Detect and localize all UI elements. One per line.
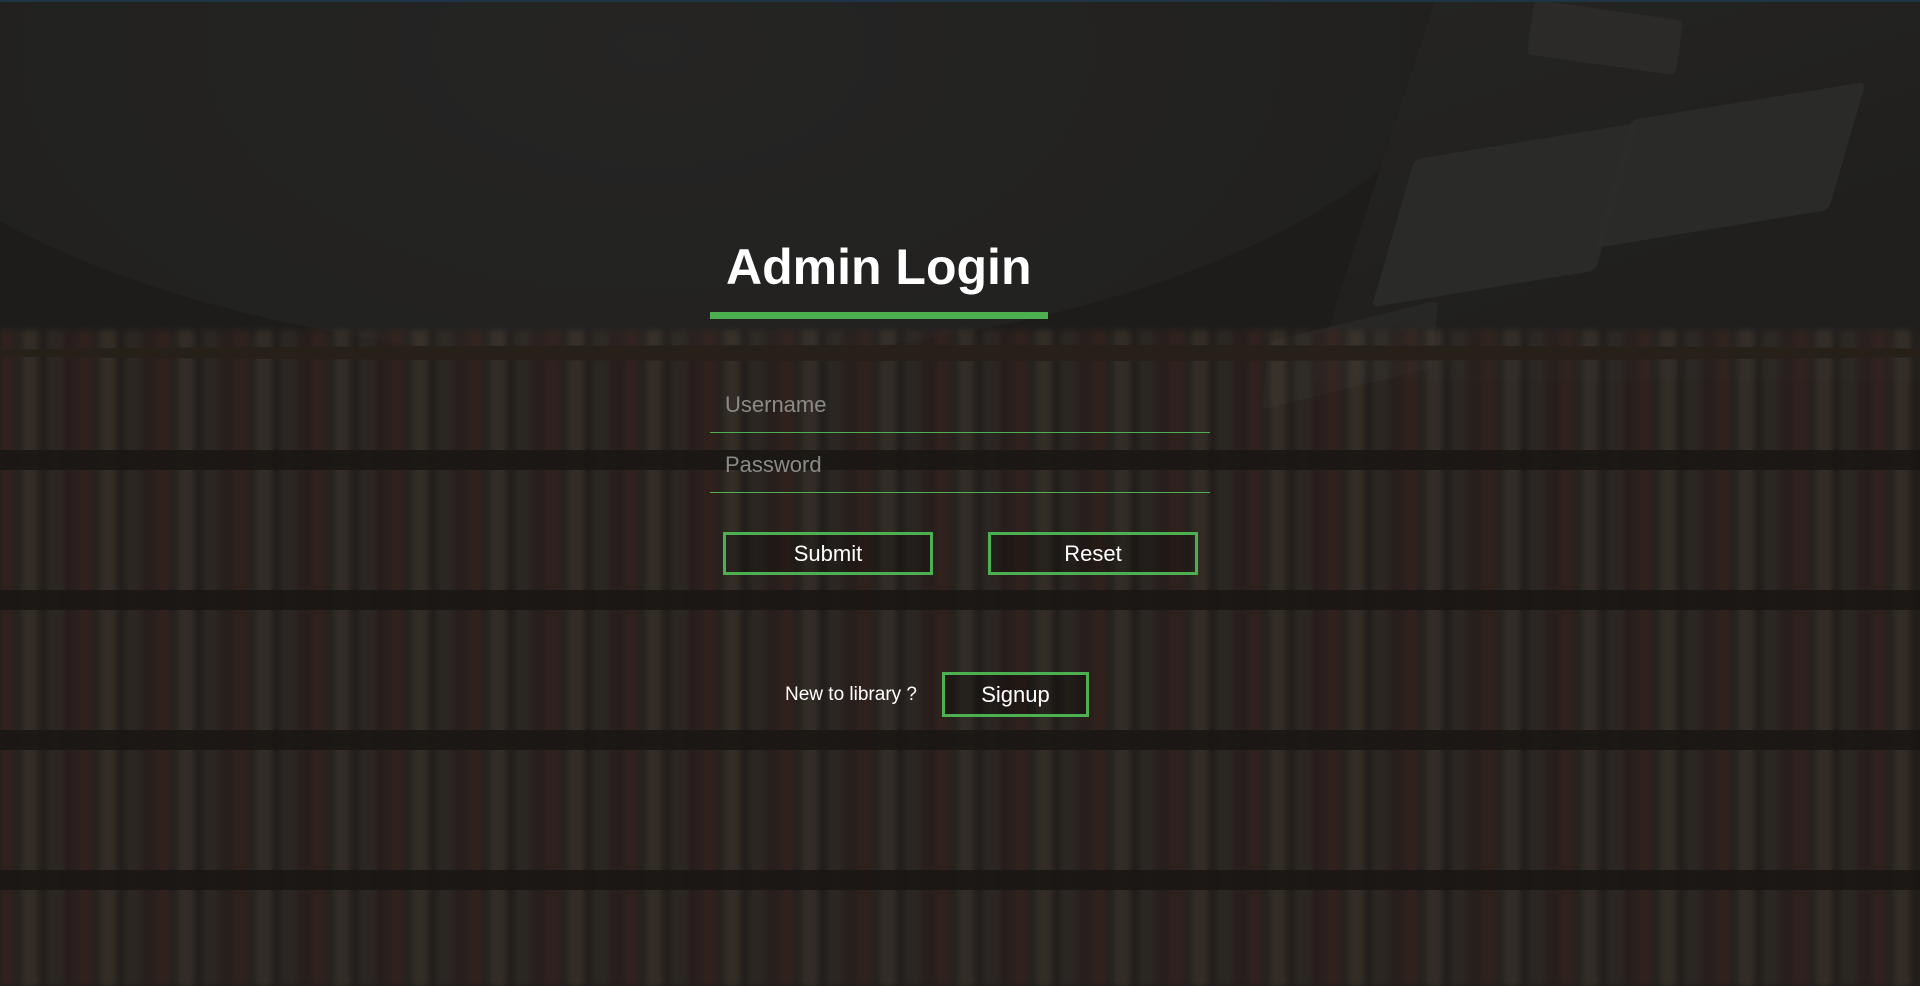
signup-row: New to library ? Signup xyxy=(785,672,1125,717)
page-title-block: Admin Login xyxy=(710,230,1048,320)
top-border-line xyxy=(0,0,1920,2)
submit-button[interactable]: Submit xyxy=(723,532,933,575)
username-input[interactable] xyxy=(710,380,1210,430)
reset-button[interactable]: Reset xyxy=(988,532,1198,575)
title-underline xyxy=(710,312,1048,319)
page-title: Admin Login xyxy=(726,239,1032,295)
username-field xyxy=(710,380,1210,433)
password-input[interactable] xyxy=(710,440,1210,490)
signup-prompt: New to library ? xyxy=(785,684,917,705)
library-background-image xyxy=(0,0,1920,986)
password-field xyxy=(710,440,1210,493)
signup-button[interactable]: Signup xyxy=(942,672,1089,717)
dark-overlay xyxy=(0,0,1920,986)
